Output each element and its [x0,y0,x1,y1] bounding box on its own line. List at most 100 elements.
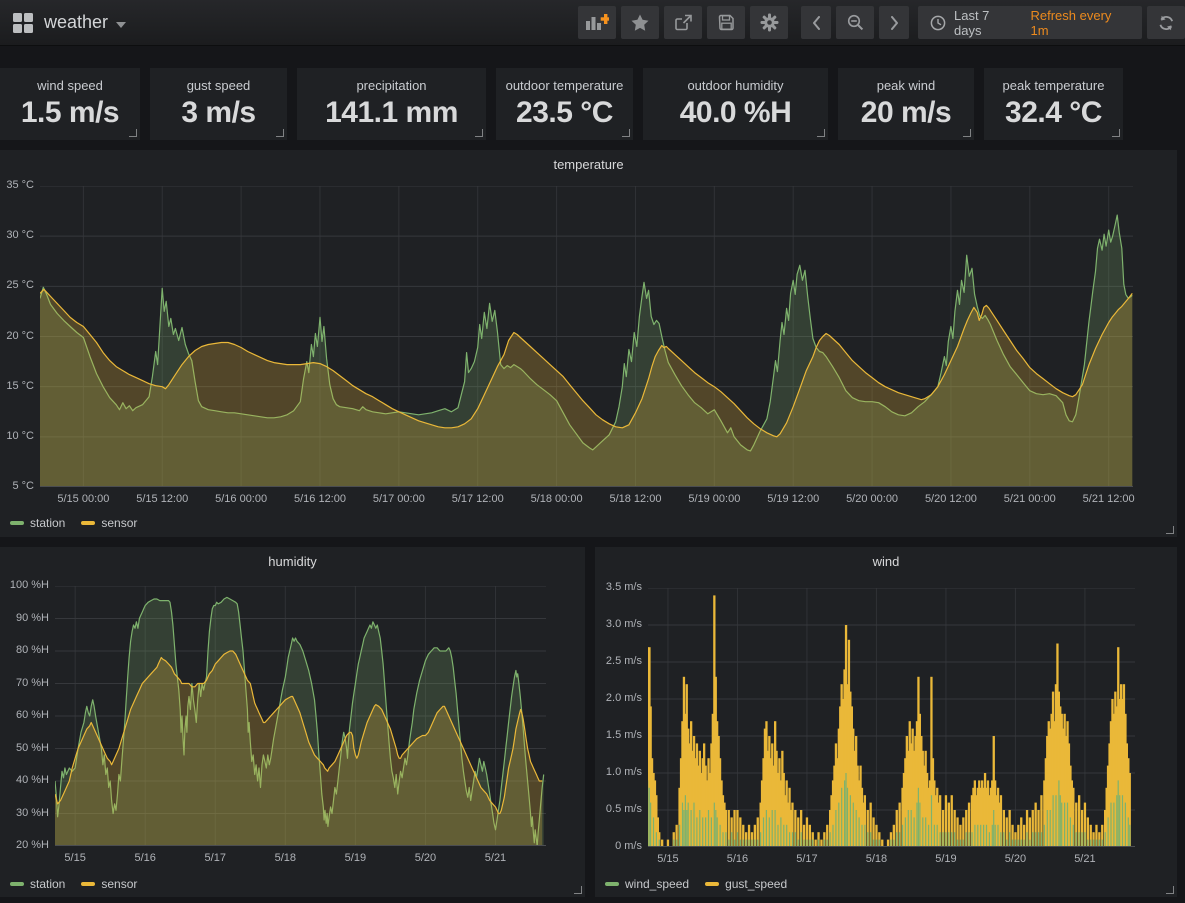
time-back-button[interactable] [801,6,831,39]
y-axis-tick-label: 0 m/s [615,840,642,852]
legend-series-name: gust_speed [725,877,787,891]
panel-resize-handle[interactable] [129,129,137,137]
temperature-plot[interactable] [40,186,1133,487]
panel-resize-handle[interactable] [1166,526,1174,534]
grid-icon-svg [12,12,34,34]
stat-panel-peak-temperature[interactable]: peak temperature 32.4 °C [984,68,1123,140]
stat-value: 32.4 °C [984,96,1123,130]
star-button[interactable] [621,6,659,39]
legend-color-icon [81,521,95,525]
x-axis-tick-label: 5/17 00:00 [359,493,439,505]
panel-resize-handle[interactable] [622,129,630,137]
y-axis-tick-label: 35 °C [6,179,34,191]
x-axis-tick-label: 5/17 [175,852,255,864]
legend-series-name: sensor [101,516,137,530]
x-axis-tick-label: 5/16 [697,853,777,865]
save-icon [718,14,735,31]
y-axis-tick-label: 100 %H [10,579,49,591]
legend-item-gust_speed[interactable]: gust_speed [705,877,787,891]
y-axis-tick-label: 0.5 m/s [606,803,642,815]
stat-panel-outdoor-humidity[interactable]: outdoor humidity 40.0 %H [643,68,828,140]
y-axis-tick-label: 40 %H [16,774,49,786]
legend-item-wind_speed[interactable]: wind_speed [605,877,689,891]
settings-button[interactable] [750,6,788,39]
x-axis-tick-label: 5/16 12:00 [280,493,360,505]
panel-wind: wind 3.5 m/s3.0 m/s2.5 m/s2.0 m/s1.5 m/s… [595,547,1177,897]
gear-icon [760,13,779,32]
stat-title: gust speed [150,78,287,93]
toolbar-nav-group [801,6,909,39]
y-axis-tick-label: 25 °C [6,279,34,291]
panel-resize-handle[interactable] [1112,129,1120,137]
x-axis-tick-label: 5/19 00:00 [674,493,754,505]
refresh-interval-label: Refresh every 1m [1031,8,1131,38]
stat-panel-wind-speed[interactable]: wind speed 1.5 m/s [0,68,140,140]
stat-title: precipitation [297,78,486,93]
panel-title-humidity[interactable]: humidity [0,554,585,569]
wind-y-axis: 3.5 m/s3.0 m/s2.5 m/s2.0 m/s1.5 m/s1.0 m… [595,588,642,847]
stat-panel-outdoor-temperature[interactable]: outdoor temperature 23.5 °C [496,68,633,140]
panel-title-wind[interactable]: wind [595,554,1177,569]
x-axis-tick-label: 5/18 00:00 [517,493,597,505]
panel-resize-handle[interactable] [276,129,284,137]
x-axis-tick-label: 5/18 [245,852,325,864]
x-axis-tick-label: 5/20 [975,853,1055,865]
zoom-out-button[interactable] [836,6,874,39]
legend-item-station[interactable]: station [10,877,65,891]
chevron-right-icon [890,16,899,30]
time-forward-button[interactable] [879,6,909,39]
x-axis-tick-label: 5/19 12:00 [753,493,833,505]
x-axis-tick-label: 5/18 12:00 [595,493,675,505]
y-axis-tick-label: 20 °C [6,330,34,342]
save-button[interactable] [707,6,745,39]
y-axis-tick-label: 1.5 m/s [606,729,642,741]
temperature-y-axis: 35 °C30 °C25 °C20 °C15 °C10 °C5 °C [0,186,34,487]
dashboard-title[interactable]: weather [44,12,108,33]
time-range-button[interactable]: Last 7 days Refresh every 1m [918,6,1142,39]
legend-series-name: station [30,516,65,530]
brand: weather [12,0,126,45]
panel-resize-handle[interactable] [1166,886,1174,894]
humidity-plot[interactable] [55,586,546,846]
stat-panel-precipitation[interactable]: precipitation 141.1 mm [297,68,486,140]
legend-item-sensor[interactable]: sensor [81,516,137,530]
y-axis-tick-label: 2.0 m/s [606,692,642,704]
dashboard-dropdown-caret-icon[interactable] [116,22,126,28]
add-panel-button[interactable] [578,6,616,39]
stat-title: wind speed [0,78,140,93]
x-axis-tick-label: 5/15 12:00 [122,493,202,505]
stat-value: 40.0 %H [643,96,828,130]
legend-item-sensor[interactable]: sensor [81,877,137,891]
refresh-button[interactable] [1147,6,1185,39]
stat-panel-peak-wind[interactable]: peak wind 20 m/s [838,68,974,140]
share-button[interactable] [664,6,702,39]
panel-title-temperature[interactable]: temperature [0,157,1177,172]
stat-panel-gust-speed[interactable]: gust speed 3 m/s [150,68,287,140]
panel-resize-handle[interactable] [475,129,483,137]
y-axis-tick-label: 15 °C [6,380,34,392]
legend-series-name: wind_speed [625,877,689,891]
humidity-legend: station sensor [10,877,137,891]
legend-series-name: sensor [101,877,137,891]
x-axis-tick-label: 5/21 [1045,853,1125,865]
panel-resize-handle[interactable] [963,129,971,137]
legend-item-station[interactable]: station [10,516,65,530]
panel-resize-handle[interactable] [574,886,582,894]
temperature-canvas [40,186,1133,487]
x-axis-tick-label: 5/20 00:00 [832,493,912,505]
panel-resize-handle[interactable] [817,129,825,137]
y-axis-tick-label: 1.0 m/s [606,766,642,778]
legend-color-icon [10,882,24,886]
wind-plot[interactable] [648,588,1135,847]
add-graph-icon [585,14,609,31]
x-axis-tick-label: 5/16 [105,852,185,864]
zoom-out-icon [847,14,864,31]
stat-value: 3 m/s [150,96,287,130]
humidity-y-axis: 100 %H90 %H80 %H70 %H60 %H50 %H40 %H30 %… [0,586,49,846]
toolbar-icon-group [578,6,788,39]
stats-row: wind speed 1.5 m/s gust speed 3 m/s prec… [0,68,1123,140]
temperature-legend: station sensor [10,516,137,530]
grafana-menu-icon[interactable] [12,12,34,34]
x-axis-tick-label: 5/21 12:00 [1069,493,1149,505]
refresh-icon [1158,15,1175,31]
